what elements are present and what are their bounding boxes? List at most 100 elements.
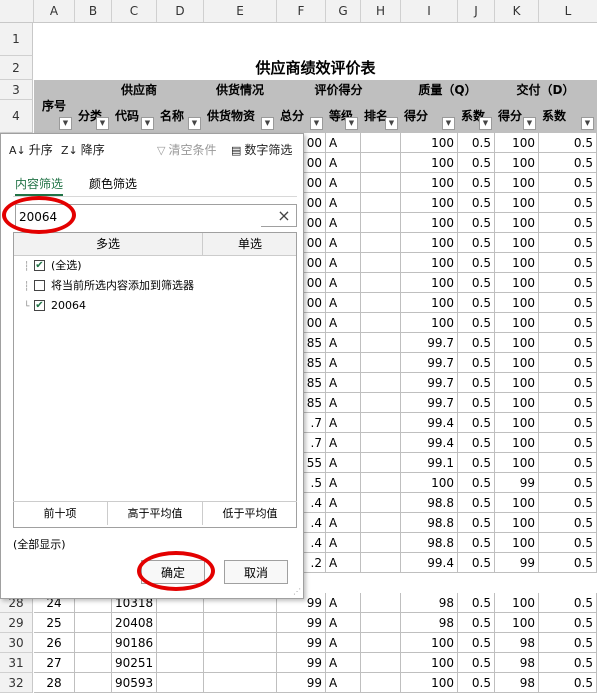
table-cell[interactable]: 0.5 — [539, 133, 597, 153]
table-cell[interactable]: 100 — [495, 153, 539, 173]
table-cell[interactable]: 0.5 — [539, 553, 597, 573]
header-col-8[interactable]: 系数 ▼ — [458, 100, 495, 133]
col-header-i[interactable]: I — [401, 0, 458, 22]
table-cell[interactable]: 0.5 — [458, 253, 495, 273]
header-col-4[interactable]: 总分 ▼ — [277, 100, 326, 133]
table-cell[interactable] — [361, 473, 401, 493]
table-cell[interactable]: 0.5 — [458, 613, 495, 633]
table-cell[interactable] — [75, 653, 112, 673]
table-cell[interactable]: 100 — [401, 273, 458, 293]
table-cell[interactable]: A — [326, 313, 361, 333]
table-cell[interactable]: 100 — [495, 273, 539, 293]
table-cell[interactable] — [157, 633, 204, 653]
table-cell[interactable]: 100 — [401, 173, 458, 193]
table-cell[interactable] — [361, 613, 401, 633]
filter-dropdown-icon[interactable]: ▼ — [261, 117, 274, 130]
table-cell[interactable]: 100 — [495, 253, 539, 273]
table-cell[interactable]: 100 — [401, 653, 458, 673]
col-header-b[interactable]: B — [75, 0, 112, 22]
col-header-l[interactable]: L — [539, 0, 597, 22]
checkbox-unchecked-icon[interactable] — [34, 279, 45, 291]
table-cell[interactable]: 100 — [401, 313, 458, 333]
table-cell[interactable]: 0.5 — [458, 313, 495, 333]
table-cell[interactable]: 98 — [401, 613, 458, 633]
table-cell[interactable]: 0.5 — [539, 453, 597, 473]
table-cell[interactable] — [75, 673, 112, 693]
table-cell[interactable] — [361, 253, 401, 273]
table-cell[interactable]: 0.5 — [458, 273, 495, 293]
sort-descending-button[interactable]: Z↓ 降序 — [61, 140, 105, 160]
table-cell[interactable]: 99 — [277, 633, 326, 653]
row-header[interactable]: 31 — [0, 653, 33, 673]
table-cell[interactable]: 100 — [495, 453, 539, 473]
table-cell[interactable]: 0.5 — [458, 653, 495, 673]
table-cell[interactable]: 100 — [495, 173, 539, 193]
table-cell[interactable]: 99 — [495, 473, 539, 493]
table-cell[interactable]: 0.5 — [458, 333, 495, 353]
row-header[interactable]: 1 — [0, 23, 33, 56]
table-cell[interactable]: 0.5 — [539, 153, 597, 173]
filter-dropdown-icon[interactable]: ▼ — [523, 117, 536, 130]
col-header-h[interactable]: H — [361, 0, 401, 22]
resize-grip-icon[interactable]: ⋰ — [293, 587, 301, 596]
list-item[interactable]: └ ✔ 20064 — [24, 297, 86, 315]
table-cell[interactable]: 27 — [34, 653, 75, 673]
table-cell[interactable]: 0.5 — [458, 473, 495, 493]
table-cell[interactable]: 0.5 — [458, 533, 495, 553]
table-cell[interactable]: 100 — [401, 673, 458, 693]
table-cell[interactable]: 100 — [401, 253, 458, 273]
table-cell[interactable]: A — [326, 293, 361, 313]
table-cell[interactable]: 0.5 — [458, 173, 495, 193]
table-cell[interactable]: A — [326, 373, 361, 393]
table-cell[interactable]: 0.5 — [458, 673, 495, 693]
table-cell[interactable] — [361, 513, 401, 533]
table-cell[interactable]: A — [326, 353, 361, 373]
table-cell[interactable]: 90593 — [112, 673, 157, 693]
table-cell[interactable]: 0.5 — [539, 353, 597, 373]
header-col-5[interactable]: 等级 ▼ — [326, 100, 361, 133]
table-cell[interactable]: 100 — [401, 293, 458, 313]
table-cell[interactable]: 0.5 — [539, 273, 597, 293]
table-cell[interactable]: 0.5 — [539, 613, 597, 633]
table-cell[interactable] — [157, 613, 204, 633]
table-cell[interactable]: 0.5 — [458, 153, 495, 173]
table-cell[interactable] — [361, 493, 401, 513]
row-header[interactable]: 30 — [0, 633, 33, 653]
table-cell[interactable] — [361, 453, 401, 473]
table-cell[interactable]: 0.5 — [539, 173, 597, 193]
filter-dropdown-icon[interactable]: ▼ — [385, 117, 398, 130]
filter-dropdown-icon[interactable]: ▼ — [141, 117, 154, 130]
table-cell[interactable] — [361, 673, 401, 693]
table-cell[interactable] — [361, 313, 401, 333]
below-average-button[interactable]: 低于平均值 — [203, 502, 297, 525]
table-cell[interactable]: 99.4 — [401, 413, 458, 433]
table-cell[interactable]: A — [326, 553, 361, 573]
header-col-7[interactable]: 得分 ▼ — [401, 100, 458, 133]
table-cell[interactable]: 0.5 — [458, 513, 495, 533]
table-cell[interactable]: 100 — [495, 433, 539, 453]
table-cell[interactable]: 98.8 — [401, 493, 458, 513]
table-cell[interactable] — [361, 153, 401, 173]
table-cell[interactable]: 0.5 — [458, 393, 495, 413]
table-cell[interactable] — [361, 593, 401, 613]
single-select-tab[interactable]: 单选 — [203, 233, 297, 255]
row-header[interactable]: 32 — [0, 673, 33, 693]
col-header-f[interactable]: F — [277, 0, 326, 22]
table-cell[interactable] — [361, 173, 401, 193]
table-cell[interactable]: 0.5 — [458, 373, 495, 393]
table-cell[interactable]: 99.7 — [401, 393, 458, 413]
filter-dropdown-icon[interactable]: ▼ — [479, 117, 492, 130]
col-header-c[interactable]: C — [112, 0, 157, 22]
table-cell[interactable]: 100 — [401, 153, 458, 173]
table-cell[interactable] — [361, 293, 401, 313]
table-cell[interactable]: A — [326, 273, 361, 293]
table-cell[interactable]: 98.8 — [401, 513, 458, 533]
table-cell[interactable]: 100 — [401, 633, 458, 653]
filter-dropdown-icon[interactable]: ▼ — [96, 117, 109, 130]
table-cell[interactable]: A — [326, 133, 361, 153]
table-cell[interactable] — [361, 213, 401, 233]
list-item[interactable]: ┆ ✔ (全选) — [24, 257, 82, 275]
table-cell[interactable]: 100 — [495, 593, 539, 613]
table-cell[interactable]: 100 — [495, 213, 539, 233]
table-cell[interactable]: 0.5 — [458, 493, 495, 513]
